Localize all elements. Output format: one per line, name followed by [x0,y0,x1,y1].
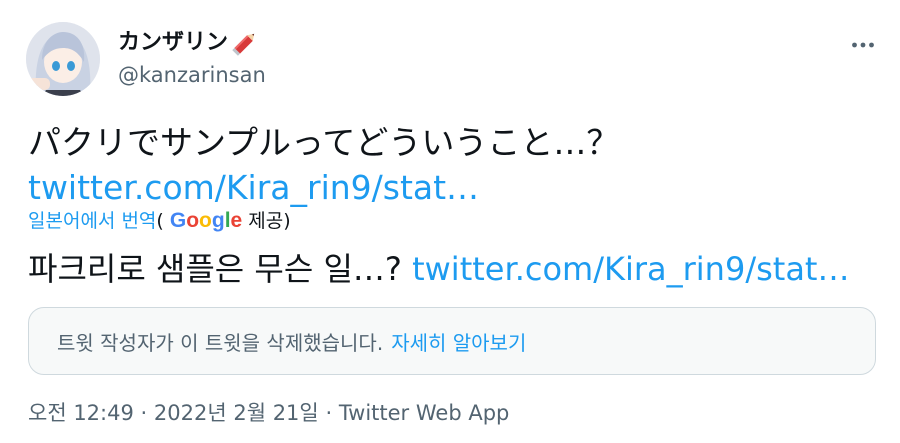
tweet-source[interactable]: Twitter Web App [339,401,510,425]
deleted-tweet-notice: 트윗 작성자가 이 트윗을 삭제했습니다. 자세히 알아보기 [28,307,876,375]
more-horizontal-icon [852,42,874,48]
google-logo: Google [169,209,243,232]
translate-toggle-link[interactable]: 일본어에서 번역 [28,210,156,232]
tweet-metadata: 오전 12:49 · 2022년 2월 21일 · Twitter Web Ap… [28,398,509,428]
tweet-time[interactable]: 오전 12:49 [28,401,134,425]
translation-attribution: 일본어에서 번역( Google 제공) [28,206,291,236]
tweet-container: カンザリン @kanzarinsan パクリでサンプルってどういうこと…？ tw… [0,0,900,443]
red-pencil-icon [230,28,260,58]
author-handle[interactable]: @kanzarinsan [118,60,266,90]
avatar-image [26,22,100,96]
avatar[interactable] [26,22,100,96]
author-display-name[interactable]: カンザリン [118,28,228,58]
tweet-link[interactable]: twitter.com/Kira_rin9/stat… [28,168,479,207]
translated-link[interactable]: twitter.com/Kira_rin9/stat… [412,250,849,288]
tweet-text: パクリでサンプルってどういうこと…？ [28,123,620,162]
translation-provided-label: 제공) [248,210,291,232]
learn-more-link[interactable]: 자세히 알아보기 [391,327,526,356]
more-options-button[interactable] [846,30,880,60]
paren-open: ( [156,210,164,232]
meta-separator: · [325,401,333,425]
translated-text-row: 파크리로 샘플은 무슨 일…? twitter.com/Kira_rin9/st… [28,246,849,292]
meta-separator: · [140,401,148,425]
tweet-date[interactable]: 2022년 2월 21일 [154,401,319,425]
deleted-notice-text: 트윗 작성자가 이 트윗을 삭제했습니다. [57,330,384,355]
translated-text: 파크리로 샘플은 무슨 일…? [28,250,402,288]
